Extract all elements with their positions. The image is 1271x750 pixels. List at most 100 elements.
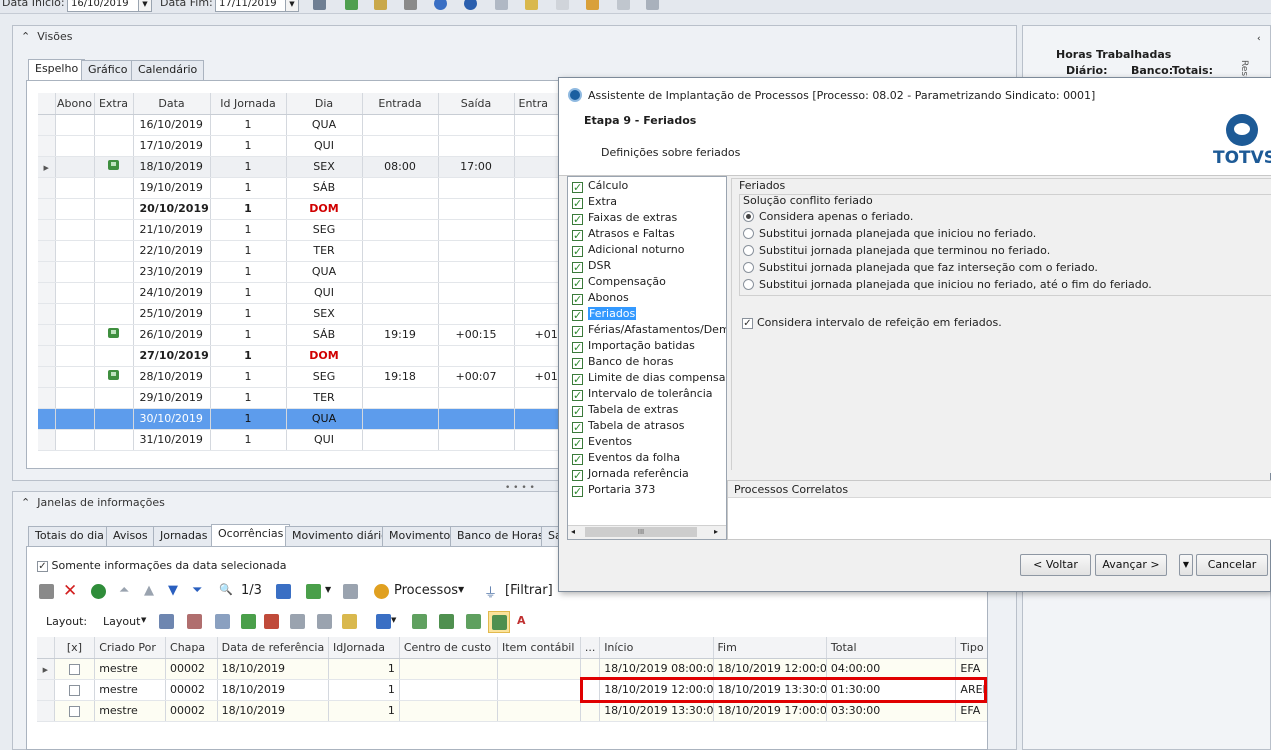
refresh-icon[interactable]	[91, 584, 106, 599]
layout-save-icon[interactable]	[159, 614, 174, 629]
row-checkbox[interactable]	[68, 663, 80, 675]
tree-item[interactable]: Atrasos e Faltas	[568, 226, 726, 242]
cell-data-referencia[interactable]: 18/10/2019	[217, 679, 329, 701]
cell-extra[interactable]	[94, 135, 134, 157]
cell-entrada[interactable]	[362, 345, 439, 367]
col-data[interactable]: Data	[133, 93, 211, 115]
tree-item[interactable]: Férias/Afastamentos/Demis	[568, 322, 726, 338]
layout-import-icon[interactable]	[241, 614, 256, 629]
row-indicator[interactable]	[37, 700, 55, 722]
col-tipo[interactable]: Tipo de	[955, 637, 987, 659]
tab-avisos[interactable]: Avisos	[106, 526, 155, 546]
cell-inicio[interactable]: 18/10/2019 08:00:00	[599, 658, 714, 680]
cell-extra[interactable]	[94, 324, 134, 346]
cell-data[interactable]: 30/10/2019	[133, 408, 211, 430]
cell-dia[interactable]: TER	[286, 240, 363, 262]
cell-data[interactable]: 28/10/2019	[133, 366, 211, 388]
cell-saida[interactable]	[438, 303, 515, 325]
cell-id-jornada[interactable]: 1	[210, 387, 287, 409]
view-3-icon[interactable]	[466, 614, 481, 629]
cell-id-jornada[interactable]: 1	[210, 156, 287, 178]
edit-icon[interactable]	[313, 0, 326, 10]
cell-id-jornada[interactable]: 1	[210, 177, 287, 199]
cell-data[interactable]: 31/10/2019	[133, 429, 211, 451]
info-icon[interactable]	[464, 0, 477, 10]
row-indicator[interactable]	[38, 219, 56, 241]
tab-calendario[interactable]: Calendário	[131, 60, 205, 80]
tree-check-icon[interactable]	[572, 310, 583, 321]
layout-export-icon[interactable]	[264, 614, 279, 629]
col-chapa[interactable]: Chapa	[165, 637, 218, 659]
table-row[interactable]: 24/10/2019 1 QUI	[38, 282, 578, 304]
start-date-input[interactable]: 16/10/2019	[67, 0, 139, 12]
cell-abono[interactable]	[55, 198, 95, 220]
col-select[interactable]: [x]	[54, 637, 96, 659]
cell-more[interactable]	[580, 700, 601, 722]
tree-hscrollbar[interactable]: ◂ III ▸	[568, 525, 726, 539]
cell-extra[interactable]	[94, 387, 134, 409]
cell-extra[interactable]	[94, 408, 134, 430]
cell-saida[interactable]	[438, 408, 515, 430]
cell-abono[interactable]	[55, 429, 95, 451]
tree-item[interactable]: Cálculo	[568, 178, 726, 194]
cell-idjornada[interactable]: 1	[328, 679, 400, 701]
attach-icon[interactable]	[646, 0, 659, 10]
row-indicator[interactable]	[38, 135, 56, 157]
cell-extra[interactable]	[94, 114, 134, 136]
col-abono[interactable]: Abono	[55, 93, 95, 115]
cell-dia[interactable]: QUI	[286, 429, 363, 451]
cell-data[interactable]: 27/10/2019	[133, 345, 211, 367]
tab-banco-de-horas[interactable]: Banco de Horas	[450, 526, 551, 546]
cell-data[interactable]: 17/10/2019	[133, 135, 211, 157]
processos-button[interactable]: Processos	[394, 583, 458, 598]
cell-abono[interactable]	[55, 366, 95, 388]
cell-data[interactable]: 26/10/2019	[133, 324, 211, 346]
radio-icon[interactable]	[743, 262, 754, 273]
tree-check-icon[interactable]	[572, 342, 583, 353]
cell-extra[interactable]	[94, 156, 134, 178]
table-row[interactable]: 17/10/2019 1 QUI	[38, 135, 578, 157]
table-row[interactable]: ▶ 18/10/2019 1 SEX 08:00 17:00	[38, 156, 578, 178]
col-item-contabil[interactable]: Item contábil	[497, 637, 581, 659]
visoes-header[interactable]: ⌃ Visões	[13, 26, 1016, 48]
col-fim[interactable]: Fim	[713, 637, 827, 659]
layout-delete-icon[interactable]	[187, 614, 202, 629]
col-dia[interactable]: Dia	[286, 93, 363, 115]
col-entrada[interactable]: Entrada	[362, 93, 439, 115]
blank-icon[interactable]	[556, 0, 569, 10]
cell-entrada[interactable]	[362, 198, 439, 220]
tree-item[interactable]: Portaria 373	[568, 482, 726, 498]
cell-abono[interactable]	[55, 135, 95, 157]
clock-icon[interactable]	[434, 0, 447, 10]
tree-item[interactable]: Limite de dias compensação	[568, 370, 726, 386]
tree-check-icon[interactable]	[572, 374, 583, 385]
cell-saida[interactable]: +00:15	[438, 324, 515, 346]
cell-entrada[interactable]	[362, 240, 439, 262]
only-selected-check-icon[interactable]	[37, 560, 48, 572]
tree-check-icon[interactable]	[572, 438, 583, 449]
filter-icon[interactable]: ⏚	[484, 582, 497, 601]
scroll-left-icon[interactable]: ◂	[571, 527, 575, 536]
first-record-icon[interactable]: ⏶	[119, 583, 129, 598]
tree-item[interactable]: Compensação	[568, 274, 726, 290]
cell-entrada[interactable]: 19:18	[362, 366, 439, 388]
table-row[interactable]: 23/10/2019 1 QUA	[38, 261, 578, 283]
cell-extra[interactable]	[94, 366, 134, 388]
font-icon[interactable]: A	[517, 614, 526, 627]
cell-centro-custo[interactable]	[399, 679, 498, 701]
cell-data-referencia[interactable]: 18/10/2019	[217, 658, 329, 680]
row-indicator[interactable]	[38, 345, 56, 367]
delete-icon[interactable]: ✕	[63, 581, 77, 601]
tree-check-icon[interactable]	[572, 198, 583, 209]
cell-saida[interactable]	[438, 282, 515, 304]
view-1-icon[interactable]	[412, 614, 427, 629]
cell-id-jornada[interactable]: 1	[210, 219, 287, 241]
cell-abono[interactable]	[55, 219, 95, 241]
row-indicator[interactable]	[37, 679, 55, 701]
cell-id-jornada[interactable]: 1	[210, 303, 287, 325]
tree-item[interactable]: Intervalo de tolerância	[568, 386, 726, 402]
cell-abono[interactable]	[55, 156, 95, 178]
tree-item[interactable]: Tabela de extras	[568, 402, 726, 418]
cell-dia[interactable]: SEG	[286, 219, 363, 241]
tree-item[interactable]: Abonos	[568, 290, 726, 306]
